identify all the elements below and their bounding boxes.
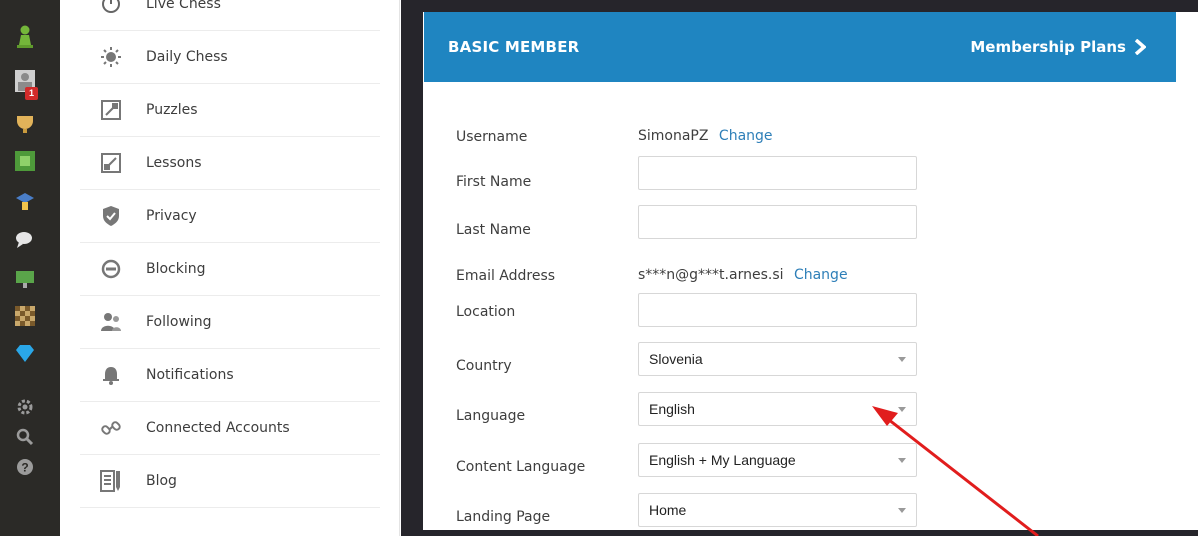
- landing-page-value: Home: [649, 502, 687, 518]
- caret-down-icon: [898, 407, 906, 412]
- menu-item-lessons[interactable]: Lessons: [80, 137, 380, 190]
- menu-item-daily-chess[interactable]: Daily Chess: [80, 31, 380, 84]
- email-row: Email Address s***n@g***t.arnes.si Chang…: [424, 257, 1176, 297]
- last-name-row: Last Name: [424, 205, 1176, 245]
- svg-text:?: ?: [21, 461, 28, 475]
- first-name-input[interactable]: [638, 156, 917, 190]
- search-icon[interactable]: [14, 426, 36, 448]
- help-icon[interactable]: ?: [14, 456, 36, 478]
- block-icon: [100, 258, 122, 280]
- lesson-icon[interactable]: [14, 190, 36, 212]
- menu-item-label: Lessons: [146, 155, 202, 171]
- menu-item-connected-accounts[interactable]: Connected Accounts: [80, 402, 380, 455]
- screen-icon[interactable]: [14, 268, 36, 290]
- bell-icon: [100, 364, 122, 386]
- country-label: Country: [456, 358, 512, 374]
- email-label: Email Address: [456, 268, 556, 284]
- last-name-label: Last Name: [456, 222, 531, 238]
- membership-plans-link[interactable]: Membership Plans: [970, 38, 1146, 56]
- menu-item-notifications[interactable]: Notifications: [80, 349, 380, 402]
- menu-item-label: Notifications: [146, 367, 234, 383]
- change-username-link[interactable]: Change: [719, 128, 773, 144]
- menu-item-live-chess[interactable]: Live Chess: [80, 0, 380, 31]
- panel-gutter: [401, 0, 423, 536]
- email-value: s***n@g***t.arnes.si: [638, 267, 784, 283]
- content-language-value: English + My Language: [649, 452, 796, 468]
- membership-title: BASIC MEMBER: [448, 38, 580, 56]
- membership-header: BASIC MEMBER Membership Plans: [424, 12, 1176, 82]
- username-value-wrap: SimonaPZ Change: [638, 128, 773, 144]
- menu-item-following[interactable]: Following: [80, 296, 380, 349]
- top-strip: [401, 0, 1198, 12]
- clock-icon: [100, 0, 122, 15]
- trophy-icon[interactable]: [14, 113, 36, 135]
- location-input[interactable]: [638, 293, 917, 327]
- country-row: Country Slovenia: [424, 342, 1176, 382]
- bottom-strip: [401, 530, 1198, 536]
- settings-icon[interactable]: [14, 396, 36, 418]
- sun-icon: [100, 46, 122, 68]
- username-row: Username SimonaPZ Change: [424, 118, 1176, 158]
- country-value: Slovenia: [649, 351, 703, 367]
- menu-item-label: Live Chess: [146, 0, 221, 12]
- menu-item-label: Blog: [146, 473, 177, 489]
- blog-icon: [100, 470, 122, 492]
- people-icon: [100, 311, 122, 333]
- change-email-link[interactable]: Change: [794, 267, 848, 283]
- language-select[interactable]: English: [638, 392, 917, 426]
- menu-item-label: Daily Chess: [146, 49, 228, 65]
- menu-item-puzzles[interactable]: Puzzles: [80, 84, 380, 137]
- settings-menu: Live Chess Daily Chess Puzzles Lessons P…: [60, 0, 400, 536]
- last-name-input[interactable]: [638, 205, 917, 239]
- landing-page-row: Landing Page Home: [424, 493, 1176, 533]
- caret-down-icon: [898, 458, 906, 463]
- puzzle-piece-icon: [100, 99, 122, 121]
- puzzle-icon[interactable]: [14, 150, 36, 172]
- content-language-label: Content Language: [456, 459, 586, 475]
- board-icon[interactable]: [14, 305, 36, 327]
- first-name-row: First Name: [424, 155, 1176, 195]
- shield-icon: [100, 205, 122, 227]
- caret-down-icon: [898, 357, 906, 362]
- menu-item-privacy[interactable]: Privacy: [80, 190, 380, 243]
- username-value: SimonaPZ: [638, 128, 709, 144]
- notification-badge: 1: [25, 87, 38, 100]
- pawn-icon[interactable]: [14, 25, 36, 48]
- content-language-select[interactable]: English + My Language: [638, 443, 917, 477]
- location-label: Location: [456, 304, 516, 320]
- country-select[interactable]: Slovenia: [638, 342, 917, 376]
- language-value: English: [649, 401, 695, 417]
- menu-item-label: Connected Accounts: [146, 420, 290, 436]
- membership-plans-label: Membership Plans: [970, 38, 1126, 56]
- language-label: Language: [456, 408, 526, 424]
- caret-down-icon: [898, 508, 906, 513]
- email-value-wrap: s***n@g***t.arnes.si Change: [638, 267, 848, 283]
- chat-icon[interactable]: [14, 229, 36, 251]
- landing-page-select[interactable]: Home: [638, 493, 917, 527]
- menu-item-label: Privacy: [146, 208, 197, 224]
- content-language-row: Content Language English + My Language: [424, 443, 1176, 483]
- location-row: Location: [424, 293, 1176, 333]
- chevron-right-icon: [1134, 39, 1146, 55]
- menu-item-label: Puzzles: [146, 102, 198, 118]
- lessons-icon: [100, 152, 122, 174]
- language-row: Language English: [424, 392, 1176, 432]
- link-icon: [100, 417, 122, 439]
- menu-item-label: Blocking: [146, 261, 206, 277]
- account-settings-panel: BASIC MEMBER Membership Plans Username S…: [424, 12, 1176, 536]
- menu-item-blocking[interactable]: Blocking: [80, 243, 380, 296]
- menu-item-blog[interactable]: Blog: [80, 455, 380, 508]
- diamond-icon[interactable]: [14, 342, 36, 364]
- left-nav-rail: 1 ?: [0, 0, 60, 536]
- menu-item-label: Following: [146, 314, 212, 330]
- landing-page-label: Landing Page: [456, 509, 551, 525]
- first-name-label: First Name: [456, 174, 532, 190]
- username-label: Username: [456, 129, 528, 145]
